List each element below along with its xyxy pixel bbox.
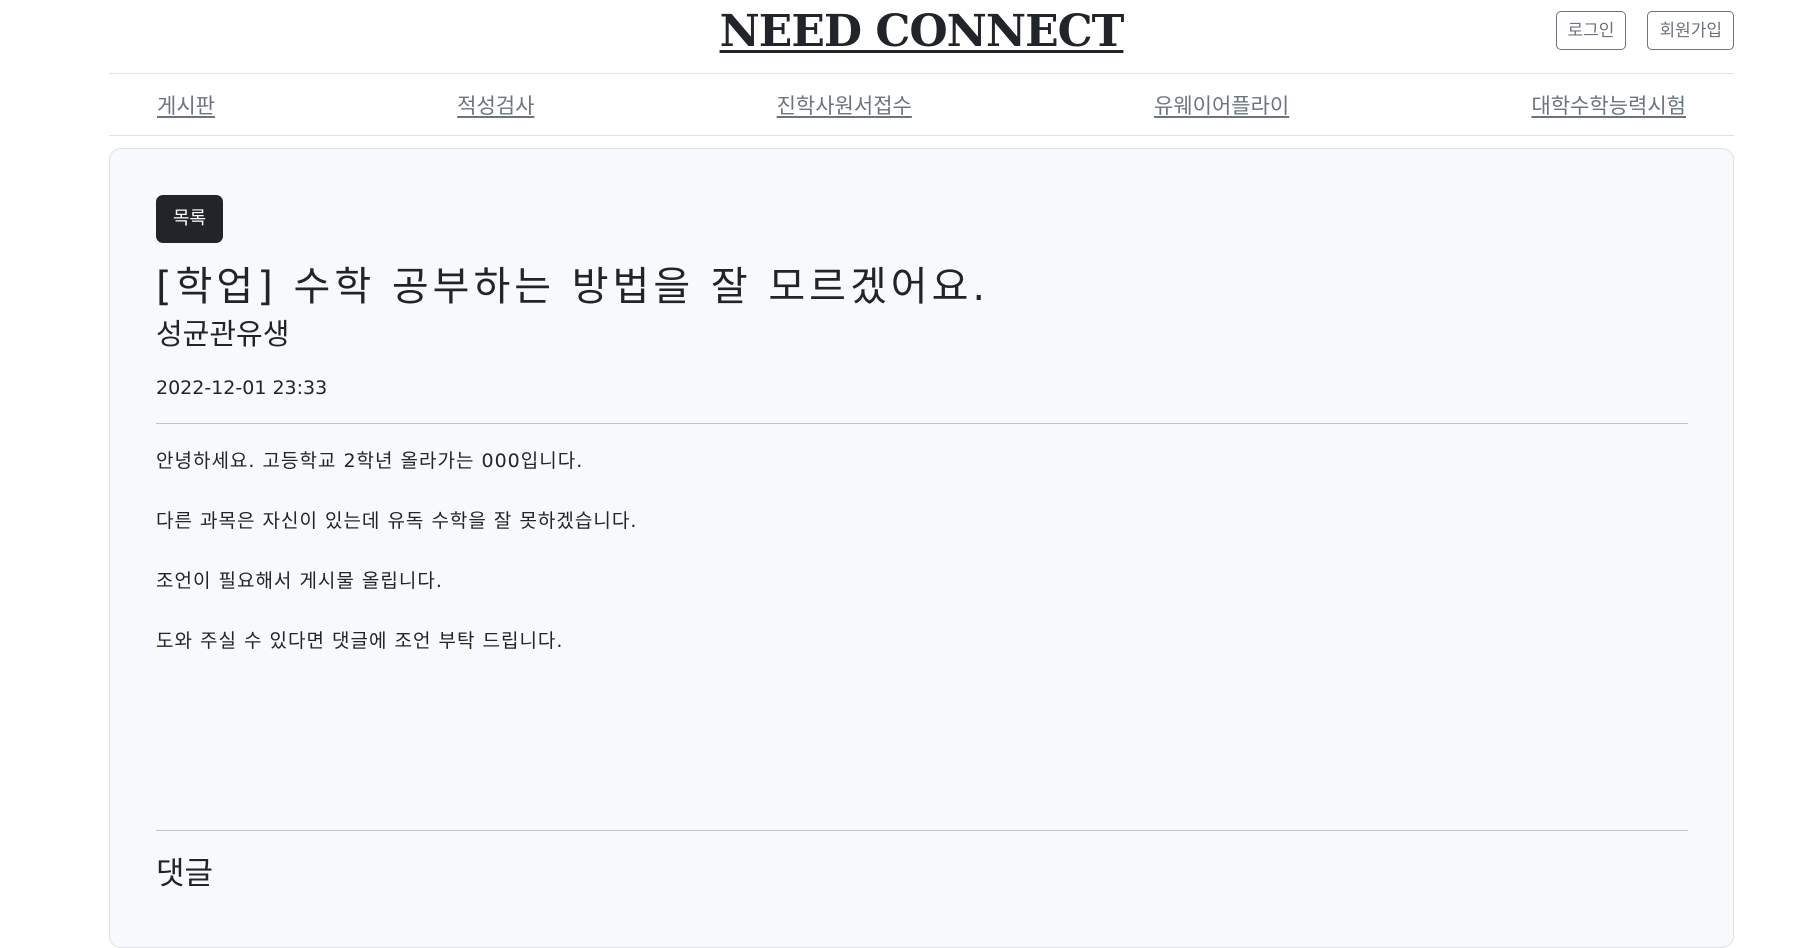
- logo-link[interactable]: NEED CONNECT: [720, 6, 1125, 57]
- post-body-line: 안녕하세요. 고등학교 2학년 올라가는 000입니다.: [156, 450, 584, 472]
- auth-buttons: 로그인 회원가입: [1555, 11, 1734, 50]
- nav-item-board[interactable]: 게시판: [157, 90, 215, 120]
- comments-title: 댓글: [156, 856, 214, 892]
- signup-button[interactable]: 회원가입: [1647, 11, 1734, 50]
- nav-item-uway-apply[interactable]: 유웨이어플라이: [1154, 90, 1289, 120]
- nav-item-aptitude-test[interactable]: 적성검사: [457, 90, 534, 120]
- login-button[interactable]: 로그인: [1555, 11, 1627, 50]
- post-card: 목록 [학업] 수학 공부하는 방법을 잘 모르겠어요. 성균관유생 2022-…: [109, 148, 1734, 948]
- post-title: [학업] 수학 공부하는 방법을 잘 모르겠어요.: [156, 264, 990, 310]
- page-container: NEED CONNECT 로그인 회원가입 게시판 적성검사 진학사원서접수 유…: [109, 0, 1734, 948]
- site-header: NEED CONNECT 로그인 회원가입: [109, 0, 1734, 74]
- nav-item-csat[interactable]: 대학수학능력시험: [1531, 90, 1686, 120]
- list-button[interactable]: 목록: [156, 195, 224, 243]
- post-author: 성균관유생: [156, 317, 290, 351]
- post-body-line: 도와 주실 수 있다면 댓글에 조언 부탁 드립니다.: [156, 630, 564, 652]
- nav-item-jinhak-application[interactable]: 진학사원서접수: [777, 90, 912, 120]
- site-logo: NEED CONNECT: [109, 2, 1734, 62]
- post-body: 안녕하세요. 고등학교 2학년 올라가는 000입니다. 다른 과목은 자신이 …: [156, 448, 1688, 654]
- post-body-line: 조언이 필요해서 게시물 올립니다.: [156, 570, 443, 592]
- main-nav: 게시판 적성검사 진학사원서접수 유웨이어플라이 대학수학능력시험: [109, 74, 1734, 136]
- post-body-line: 다른 과목은 자신이 있는데 유독 수학을 잘 못하겠습니다.: [156, 510, 638, 532]
- comments-divider: [156, 830, 1688, 831]
- post-date: 2022-12-01 23:33: [156, 377, 328, 399]
- divider: [156, 423, 1688, 424]
